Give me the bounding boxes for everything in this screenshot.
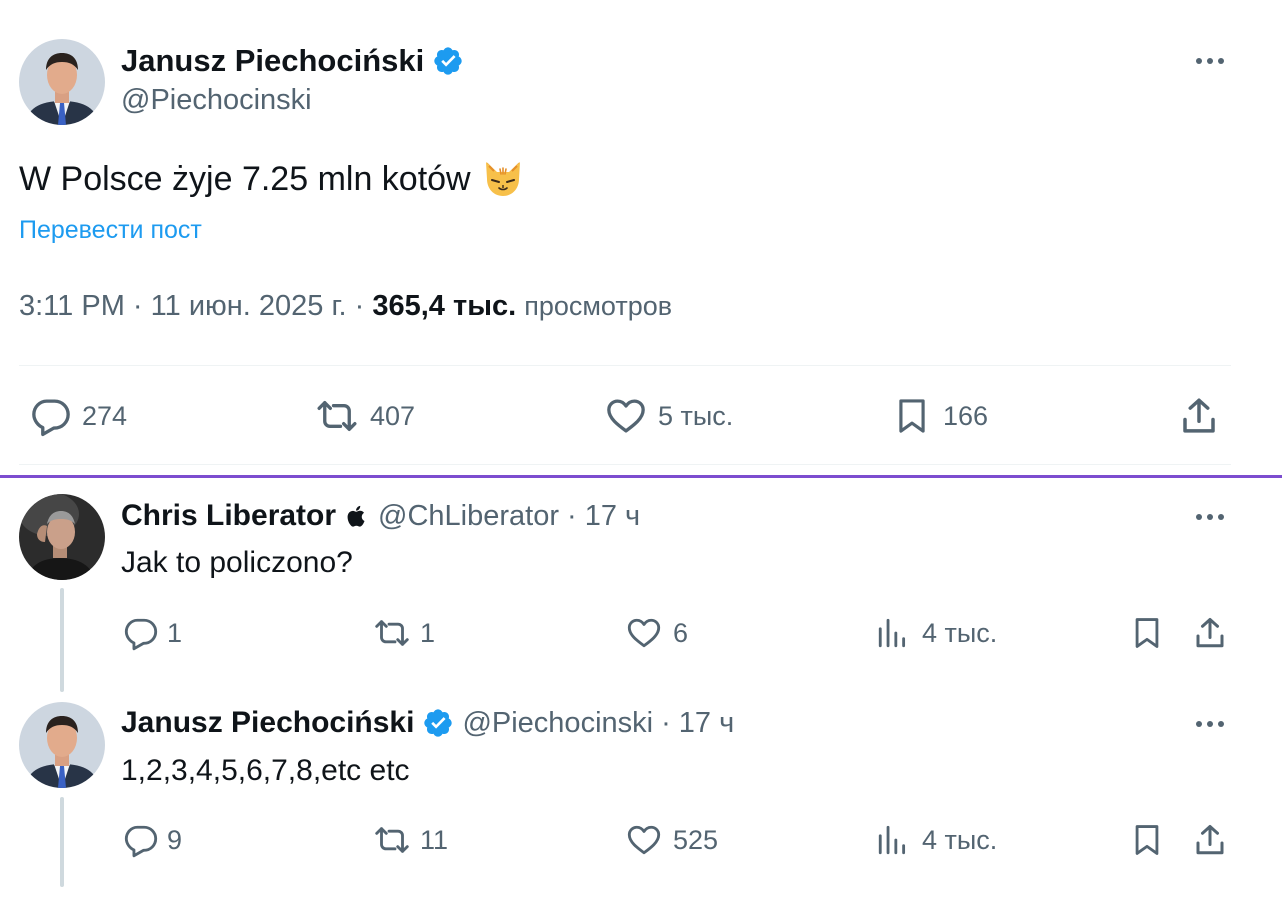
cat-emoji-icon	[481, 159, 525, 199]
share-icon	[1192, 822, 1228, 858]
tweet-time[interactable]: 3:11 PM	[19, 290, 125, 322]
bookmark-icon	[893, 395, 931, 437]
more-options-icon[interactable]	[1196, 514, 1224, 520]
bookmark-count: 166	[943, 400, 989, 431]
bookmark-button[interactable]	[1130, 821, 1164, 859]
share-button[interactable]	[1192, 821, 1228, 859]
divider	[19, 464, 1231, 465]
author-name[interactable]: Janusz Piechociński	[121, 43, 424, 79]
reply-text: 1,2,3,4,5,6,7,8,etc etc	[121, 754, 410, 787]
avatar-photo-icon	[19, 494, 105, 580]
share-icon	[1178, 395, 1220, 437]
like-count: 525	[673, 824, 719, 855]
avatar-photo-icon	[19, 702, 105, 788]
avatar-photo-icon	[19, 39, 105, 125]
author-handle[interactable]: @Piechocinski	[121, 84, 312, 117]
reply-time[interactable]: 17 ч	[679, 707, 734, 740]
repost-icon	[372, 822, 412, 858]
tweet-date[interactable]: 11 июн. 2025 г.	[151, 290, 347, 322]
views-count: 365,4 тыс.	[372, 290, 517, 322]
share-button[interactable]	[1192, 614, 1228, 652]
apple-icon	[344, 503, 370, 529]
reply-count: 9	[167, 824, 183, 855]
reply-time[interactable]: 17 ч	[585, 500, 640, 533]
reply-text: Jak to policzono?	[121, 546, 353, 579]
bookmark-button[interactable]	[1130, 614, 1164, 652]
author-handle[interactable]: @ChLiberator	[378, 500, 559, 533]
thread-line	[60, 797, 64, 887]
avatar[interactable]	[19, 39, 105, 125]
views-button[interactable]: 4 тыс.	[876, 821, 997, 859]
separator: ·	[567, 499, 577, 532]
views-icon	[876, 615, 910, 651]
avatar[interactable]	[19, 702, 105, 788]
views-button[interactable]: 4 тыс.	[876, 614, 997, 652]
reply-button[interactable]: 274	[30, 396, 127, 436]
reply-icon	[30, 395, 72, 437]
verified-icon[interactable]	[422, 707, 454, 739]
bookmark-icon	[1130, 615, 1164, 651]
heart-icon	[625, 615, 663, 651]
heart-icon	[625, 822, 663, 858]
like-count: 5 тыс.	[658, 400, 734, 431]
thread-line	[60, 588, 64, 692]
repost-icon	[372, 615, 412, 651]
views-label: просмотров	[524, 291, 673, 321]
reply-count: 274	[82, 400, 128, 431]
views-icon	[876, 822, 910, 858]
avatar[interactable]	[19, 494, 105, 580]
author-name[interactable]: Janusz Piechociński	[121, 706, 414, 740]
repost-icon	[314, 395, 360, 437]
reply-button[interactable]: 1	[123, 614, 182, 652]
reply-icon	[123, 615, 159, 651]
repost-count: 1	[420, 617, 436, 648]
like-button[interactable]: 525	[625, 821, 718, 859]
tweet-text-content: W Polsce żyje 7.25 mln kotów	[19, 159, 471, 198]
author-name[interactable]: Chris Liberator	[121, 499, 336, 533]
separator: ·	[354, 290, 365, 322]
repost-button[interactable]: 11	[372, 821, 448, 859]
repost-button[interactable]: 1	[372, 614, 435, 652]
heart-icon	[604, 395, 648, 437]
views-count: 4 тыс.	[922, 824, 998, 855]
repost-count: 11	[420, 824, 449, 855]
bookmark-button[interactable]: 166	[893, 396, 988, 436]
tweet-text: W Polsce żyje 7.25 mln kotów	[19, 159, 525, 199]
repost-count: 407	[370, 400, 416, 431]
verified-icon[interactable]	[432, 45, 464, 77]
like-count: 6	[673, 617, 689, 648]
share-button[interactable]	[1178, 396, 1220, 436]
highlight-divider	[0, 475, 1282, 478]
reply-icon	[123, 822, 159, 858]
like-button[interactable]: 5 тыс.	[604, 396, 733, 436]
share-icon	[1192, 615, 1228, 651]
reply-button[interactable]: 9	[123, 821, 182, 859]
more-options-icon[interactable]	[1196, 721, 1224, 727]
separator: ·	[132, 290, 143, 322]
repost-button[interactable]: 407	[314, 396, 415, 436]
author-handle[interactable]: @Piechocinski	[462, 707, 653, 740]
separator: ·	[661, 706, 671, 739]
divider	[19, 365, 1231, 366]
reply-count: 1	[167, 617, 183, 648]
tweet-meta: 3:11 PM · 11 июн. 2025 г. · 365,4 тыс. п…	[19, 290, 672, 323]
more-options-icon[interactable]	[1196, 58, 1224, 64]
like-button[interactable]: 6	[625, 614, 688, 652]
translate-post-link[interactable]: Перевести пост	[19, 216, 202, 245]
views-count: 4 тыс.	[922, 617, 998, 648]
bookmark-icon	[1130, 822, 1164, 858]
